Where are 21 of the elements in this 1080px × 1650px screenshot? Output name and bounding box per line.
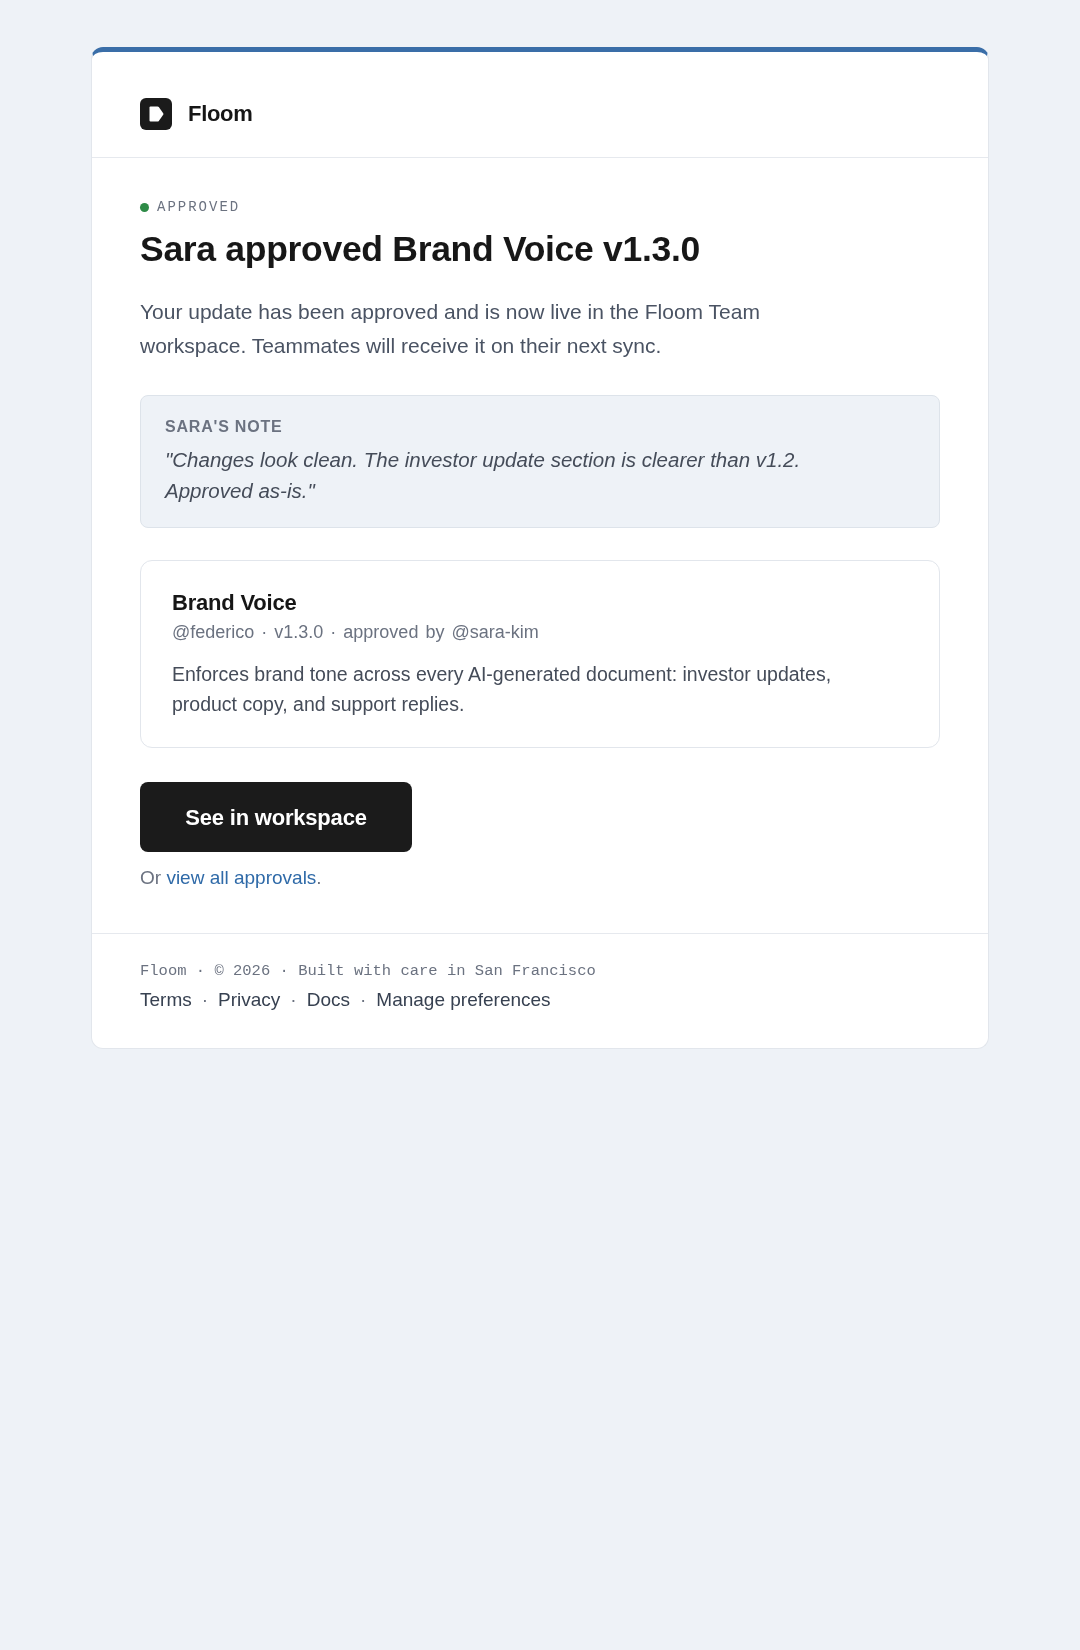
view-approvals-link[interactable]: view all approvals <box>166 867 317 888</box>
note-quote: "Changes look clean. The investor update section is clearer than v1.2. Approved as-is." <box>165 447 802 504</box>
brand-name: Floom <box>188 100 253 128</box>
intro-paragraph: Your update has been approved and is now live in the Floom Team workspace. Teammates will receive it on their next sync. <box>140 299 761 359</box>
email-heading: Sara approved Brand Voice v1.3.0 <box>140 229 701 270</box>
note-label: SARA'S NOTE <box>165 417 284 437</box>
footer-link[interactable]: Docs <box>306 987 350 1013</box>
skill-name: Brand Voice <box>172 589 298 617</box>
alternate-link-text: Or view all approvals. <box>140 866 323 890</box>
footer-separator: · <box>201 988 209 1012</box>
see-in-workspace-button[interactable]: See in workspace <box>140 782 412 852</box>
footer-copyright: Floom · © 2026 · Built with care in San Francisco <box>140 961 597 982</box>
footer-separator: · <box>360 988 367 1012</box>
footer-link[interactable]: Privacy <box>218 987 281 1013</box>
status-label: APPROVED <box>157 198 241 217</box>
footer-link[interactable]: Terms <box>140 987 192 1013</box>
footer-separator: · <box>290 988 297 1012</box>
skill-description: Enforces brand tone across every AI-generated document: investor updates, product copy, and support replies. <box>172 662 833 717</box>
logo-icon <box>140 98 172 130</box>
skill-meta: @federico · v1.3.0 · approved by @sara-kim <box>172 621 540 644</box>
footer-link[interactable]: Manage preferences <box>376 987 551 1013</box>
